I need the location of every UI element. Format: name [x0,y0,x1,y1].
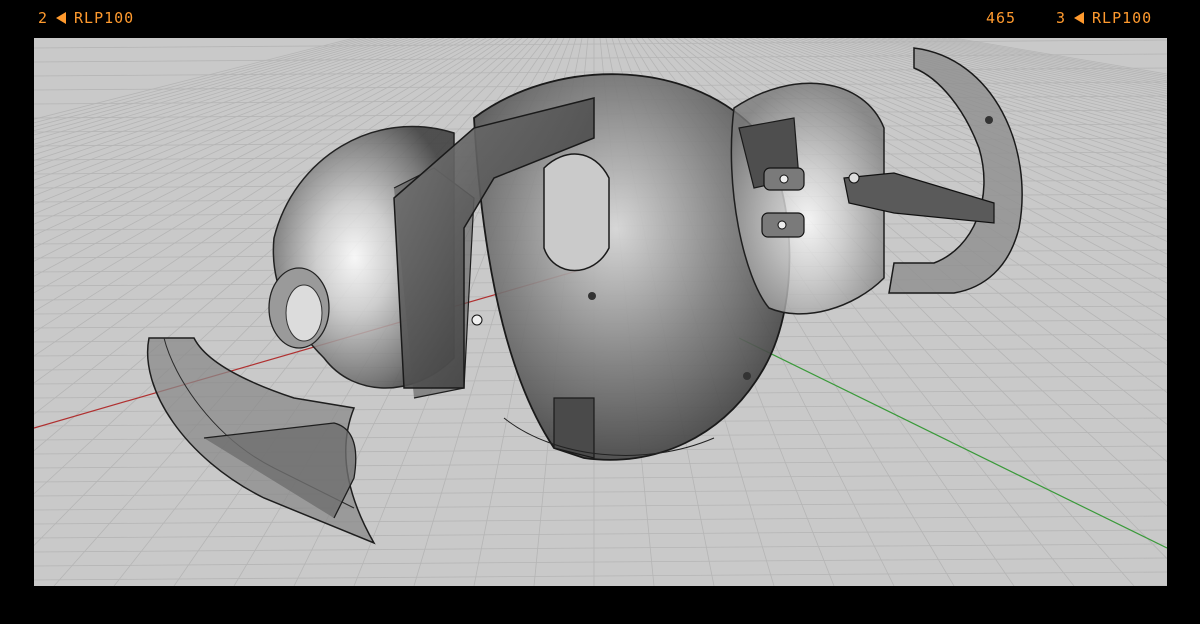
film-strip-bottom [0,586,1200,624]
film-label-right: 3 RLP100 [1056,9,1152,27]
render-viewport [34,38,1167,586]
grid-line [34,515,1167,525]
render-canvas [34,38,1167,586]
frame-number-left: 2 [38,9,49,27]
left-triangle-icon [1074,11,1085,24]
grid-line [34,473,1167,483]
grid-line [34,529,1167,539]
film-label-left: 2 RLP100 [38,9,134,27]
grid-line [34,487,1167,497]
grid-line [34,501,1167,511]
film-code-right: RLP100 [1092,9,1153,27]
y-axis-line [738,337,1167,549]
grid-line [34,543,1167,553]
edge-number: 465 [986,9,1017,27]
grid-line [34,571,1167,581]
film-strip-top: 2 RLP100 465 3 RLP100 [0,0,1200,38]
film-code-left: RLP100 [74,9,135,27]
frame-number-right: 3 [1056,9,1067,27]
left-triangle-icon [56,11,67,24]
